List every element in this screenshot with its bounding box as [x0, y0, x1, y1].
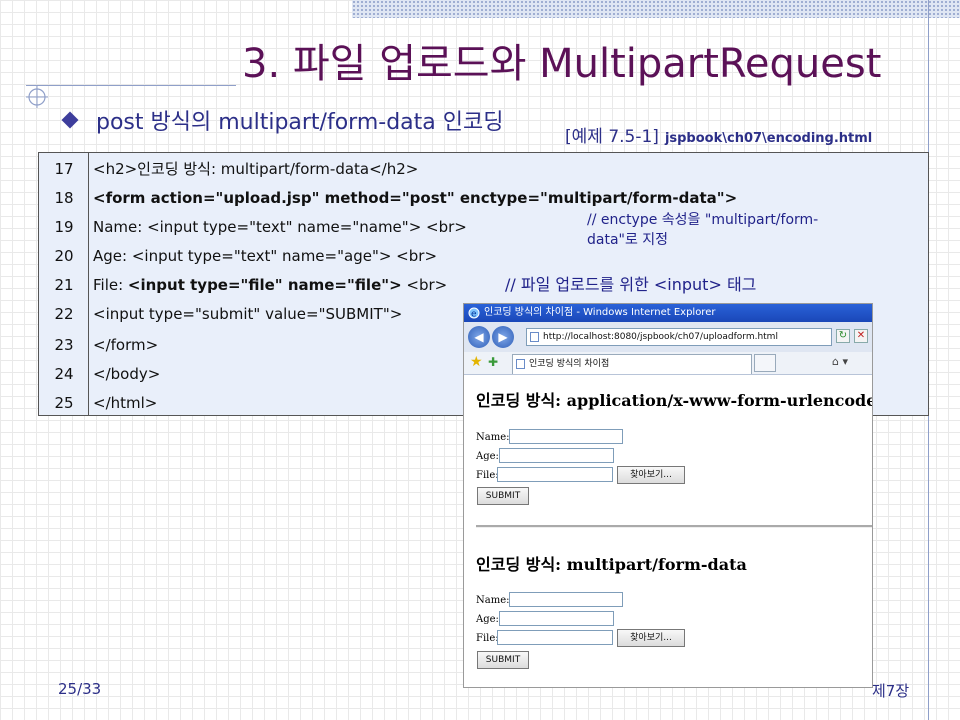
forward-arrow-icon[interactable]: ▶ — [492, 326, 514, 348]
name-label: Name: — [476, 432, 510, 443]
browser-window-title: 인코딩 방식의 차이점 - Windows Internet Explorer — [484, 307, 716, 318]
frame-line-horizontal — [26, 85, 236, 86]
line-number: 17 — [54, 160, 74, 178]
browser-favorites-bar: ★ ✚ 인코딩 방식의 차이점 ⌂ ▾ — [464, 352, 872, 375]
browse-button[interactable]: 찾아보기... — [617, 466, 685, 484]
code-line: File: <input type="file" name="file"> <b… — [93, 275, 447, 295]
file-label: File: — [476, 470, 499, 481]
back-arrow-icon[interactable]: ◀ — [468, 326, 490, 348]
browse-button[interactable]: 찾아보기... — [617, 629, 685, 647]
age-input[interactable] — [499, 611, 614, 626]
code-line: Age: <input type="text" name="age"> <br> — [93, 247, 438, 265]
browser-page-content: 인코딩 방식: application/x-www-form-urlencode… — [464, 375, 872, 687]
name-input[interactable] — [509, 429, 623, 444]
line-number: 24 — [54, 365, 74, 383]
code-line: </html> — [93, 394, 158, 412]
code-fragment-bold: <input type="file" name="file"> — [127, 276, 402, 294]
ie-logo-icon: e — [468, 307, 480, 319]
section1-heading: 인코딩 방식: application/x-www-form-urlencode… — [476, 391, 873, 410]
add-favorites-icon[interactable]: ✚ — [488, 355, 498, 369]
new-tab-button[interactable] — [754, 354, 776, 372]
svg-text:e: e — [471, 310, 477, 320]
file-input[interactable] — [497, 467, 613, 482]
file-label: File: — [476, 633, 499, 644]
favorites-star-icon[interactable]: ★ — [470, 354, 483, 370]
age-label: Age: — [476, 614, 499, 625]
code-line: </form> — [93, 336, 159, 354]
line-number: 19 — [54, 218, 74, 236]
address-field[interactable]: http://localhost:8080/jspbook/ch07/uploa… — [526, 328, 832, 346]
name-label: Name: — [476, 595, 510, 606]
code-line: Name: <input type="text" name="name"> <b… — [93, 218, 467, 236]
line-number: 23 — [54, 336, 74, 354]
refresh-icon[interactable]: ↻ — [836, 329, 850, 343]
code-line: </body> — [93, 365, 161, 383]
browser-address-bar: ◀ ▶ http://localhost:8080/jspbook/ch07/u… — [464, 322, 872, 352]
crosshair-ornament — [26, 86, 48, 108]
slide-title: 3. 파일 업로드와 MultipartRequest — [242, 41, 882, 87]
name-input[interactable] — [509, 592, 623, 607]
line-number: 25 — [54, 394, 74, 412]
page-icon — [516, 359, 525, 369]
browser-tab-title: 인코딩 방식의 차이점 — [529, 359, 610, 369]
diamond-bullet-icon — [61, 111, 79, 129]
file-input[interactable] — [497, 630, 613, 645]
chapter-label: 제7장 — [872, 682, 910, 700]
submit-button[interactable]: SUBMIT — [477, 651, 529, 669]
comment-enctype-line1: // enctype 속성을 "multipart/form- — [587, 212, 819, 228]
browser-titlebar: e 인코딩 방식의 차이점 - Windows Internet Explorer — [464, 304, 872, 322]
stop-icon[interactable]: ✕ — [854, 329, 868, 343]
age-label: Age: — [476, 451, 499, 462]
code-line: <h2>인코딩 방식: multipart/form-data</h2> — [93, 160, 419, 178]
section2-heading: 인코딩 방식: multipart/form-data — [476, 555, 747, 574]
line-number: 22 — [54, 305, 74, 323]
line-number: 18 — [54, 189, 74, 207]
top-decorative-band — [352, 0, 960, 18]
page-number: 25/33 — [58, 680, 102, 698]
code-line: <form action="upload.jsp" method="post" … — [93, 189, 738, 207]
horizontal-rule — [476, 525, 872, 528]
comment-file-input: // 파일 업로드를 위한 <input> 태그 — [505, 275, 757, 294]
home-icon[interactable]: ⌂ ▾ — [832, 355, 848, 368]
example-reference: [예제 7.5-1] jspbook\ch07\encoding.html — [565, 122, 872, 147]
age-input[interactable] — [499, 448, 614, 463]
submit-button[interactable]: SUBMIT — [477, 487, 529, 505]
line-number: 20 — [54, 247, 74, 265]
code-fragment: <br> — [401, 276, 448, 294]
bullet-text: post 방식의 multipart/form-data 인코딩 — [96, 110, 504, 135]
example-path: jspbook\ch07\encoding.html — [664, 131, 873, 146]
page-icon — [530, 332, 539, 342]
bullet-item: post 방식의 multipart/form-data 인코딩 — [60, 105, 503, 135]
line-number: 21 — [54, 276, 74, 294]
code-line: <input type="submit" value="SUBMIT"> — [93, 305, 403, 323]
code-fragment: File: — [93, 276, 128, 294]
address-text: http://localhost:8080/jspbook/ch07/uploa… — [543, 332, 778, 342]
example-label: [예제 7.5-1] — [565, 127, 659, 147]
comment-enctype-line2: data"로 지정 — [587, 232, 669, 248]
browser-tab[interactable]: 인코딩 방식의 차이점 — [512, 354, 752, 374]
browser-screenshot: e 인코딩 방식의 차이점 - Windows Internet Explorer… — [463, 303, 873, 688]
